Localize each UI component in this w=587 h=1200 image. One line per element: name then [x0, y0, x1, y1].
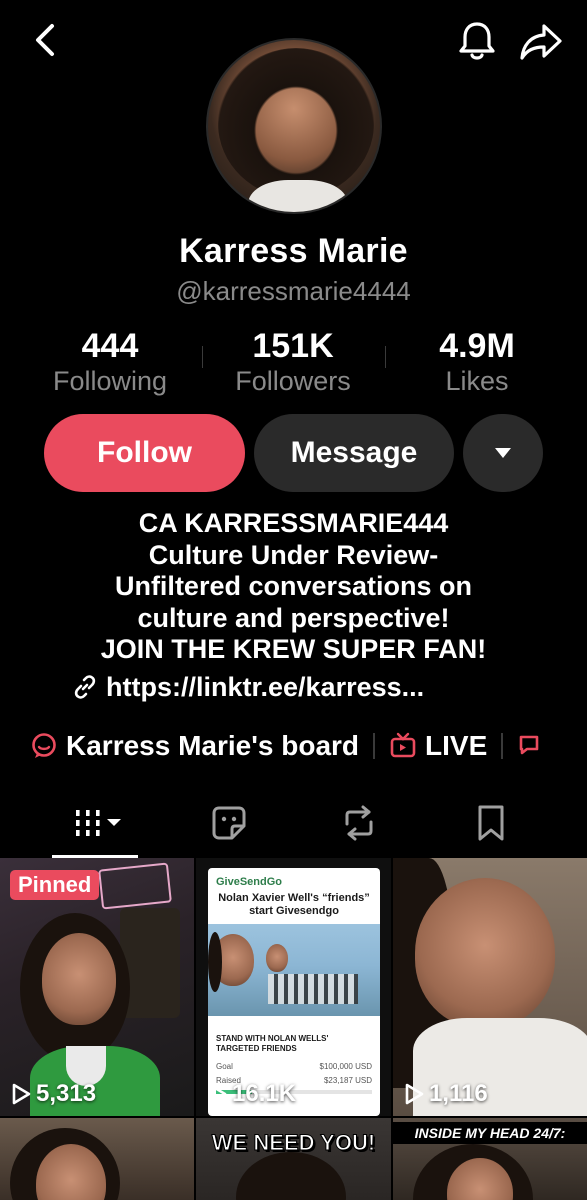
stat-following[interactable]: 444 Following [20, 326, 200, 396]
bio-line: culture and perspective! [137, 602, 450, 633]
chevron-left-icon[interactable] [26, 20, 66, 60]
pinned-badge: Pinned [10, 870, 100, 900]
play-icon [405, 1083, 424, 1105]
givesendgo-card: GiveSendGo Nolan Xavier Well's “friends”… [208, 868, 380, 1116]
stat-likes-value: 4.9M [439, 327, 515, 365]
shortcut-divider [373, 733, 376, 759]
bio-link-text: https://linktr.ee/karress... [106, 671, 425, 702]
board-link[interactable]: Karress Marie's board [30, 730, 359, 762]
goal-value: $100,000 USD [319, 1062, 372, 1071]
video-grid: Pinned 5,313 GiveSendGo Nolan Xavier Wel… [0, 858, 587, 1200]
stat-followers-value: 151K [252, 327, 334, 365]
view-count: 1,116 [403, 1080, 488, 1108]
repost-icon [345, 805, 373, 841]
follow-button[interactable]: Follow [44, 414, 245, 492]
bio-line: Unfiltered conversations on [114, 571, 473, 601]
tab-videos[interactable] [62, 796, 132, 850]
live-tv-icon [390, 732, 416, 758]
message-button[interactable]: Message [254, 414, 454, 492]
goal-label: Goal [216, 1062, 233, 1071]
video-tile[interactable]: INSIDE MY HEAD 24/7: [393, 1118, 587, 1200]
shortcut-divider [501, 733, 504, 759]
bio-line: CA KARRESSMARIE444 [138, 508, 449, 538]
play-icon [208, 1083, 227, 1105]
card-title: Nolan Xavier Well's “friends” start Give… [218, 892, 370, 917]
video-overlay-text: WE NEED YOU! [211, 1130, 376, 1156]
triangle-down-icon [495, 448, 511, 458]
tab-stickers[interactable] [202, 796, 256, 850]
view-count: 5,313 [10, 1080, 96, 1108]
view-count-value: 5,313 [36, 1080, 97, 1107]
share-arrow-icon[interactable] [518, 20, 564, 64]
tab-reposts[interactable] [332, 796, 386, 850]
sticker-icon [212, 806, 246, 840]
stat-divider [385, 346, 386, 368]
live-link[interactable]: LIVE [389, 730, 487, 762]
video-tile[interactable]: GiveSendGo Nolan Xavier Well's “friends”… [196, 858, 391, 1116]
group-chat-icon [519, 735, 539, 755]
card-brand: GiveSendGo [216, 876, 283, 888]
card-heading: STAND WITH NOLAN WELLS' TARGETED FRIENDS [216, 1034, 329, 1053]
profile-handle: @karressmarie4444 [176, 276, 411, 306]
bio-line: Culture Under Review- [148, 539, 439, 570]
video-tile[interactable] [0, 1118, 194, 1200]
more-options-button[interactable] [463, 414, 543, 492]
board-chat-icon [32, 733, 56, 758]
video-tile[interactable]: Pinned 5,313 [0, 858, 194, 1116]
play-icon [12, 1083, 31, 1105]
view-count-value: 16.1K [232, 1080, 297, 1107]
video-overlay-text: INSIDE MY HEAD 24/7: [393, 1122, 587, 1144]
profile-name: Karress Marie [179, 232, 408, 270]
view-count: 16.1K [206, 1080, 296, 1108]
stat-followers[interactable]: 151K Followers [203, 326, 383, 396]
tab-saved[interactable] [464, 796, 518, 850]
raised-value: $23,187 USD [323, 1076, 372, 1085]
stat-following-label: Following [52, 366, 168, 396]
profile-shortcuts: Karress Marie's board LIVE [30, 726, 587, 766]
profile-stats: 444 Following 151K Followers 4.9M Likes [0, 326, 587, 396]
avatar[interactable] [206, 38, 382, 214]
link-icon [74, 675, 96, 699]
live-label: LIVE [425, 730, 488, 761]
stat-followers-label: Followers [235, 366, 351, 396]
stat-likes[interactable]: 4.9M Likes [387, 326, 567, 396]
stat-likes-label: Likes [445, 366, 509, 396]
grid-icon [76, 810, 121, 836]
bio-link[interactable]: https://linktr.ee/karress... [72, 670, 522, 704]
bio-line: JOIN THE KREW SUPER FAN! [100, 634, 487, 664]
bell-icon[interactable] [454, 18, 500, 64]
board-label: Karress Marie's board [66, 730, 360, 761]
group-chat-link[interactable] [517, 732, 545, 760]
video-tile[interactable]: 1,116 [393, 858, 587, 1116]
bookmark-icon [478, 805, 504, 841]
content-tabs [0, 796, 587, 856]
profile-bio: CA KARRESSMARIE444 Culture Under Review-… [0, 508, 587, 666]
view-count-value: 1,116 [429, 1080, 488, 1107]
video-tile[interactable]: WE NEED YOU! [196, 1118, 391, 1200]
stat-following-value: 444 [81, 327, 139, 365]
